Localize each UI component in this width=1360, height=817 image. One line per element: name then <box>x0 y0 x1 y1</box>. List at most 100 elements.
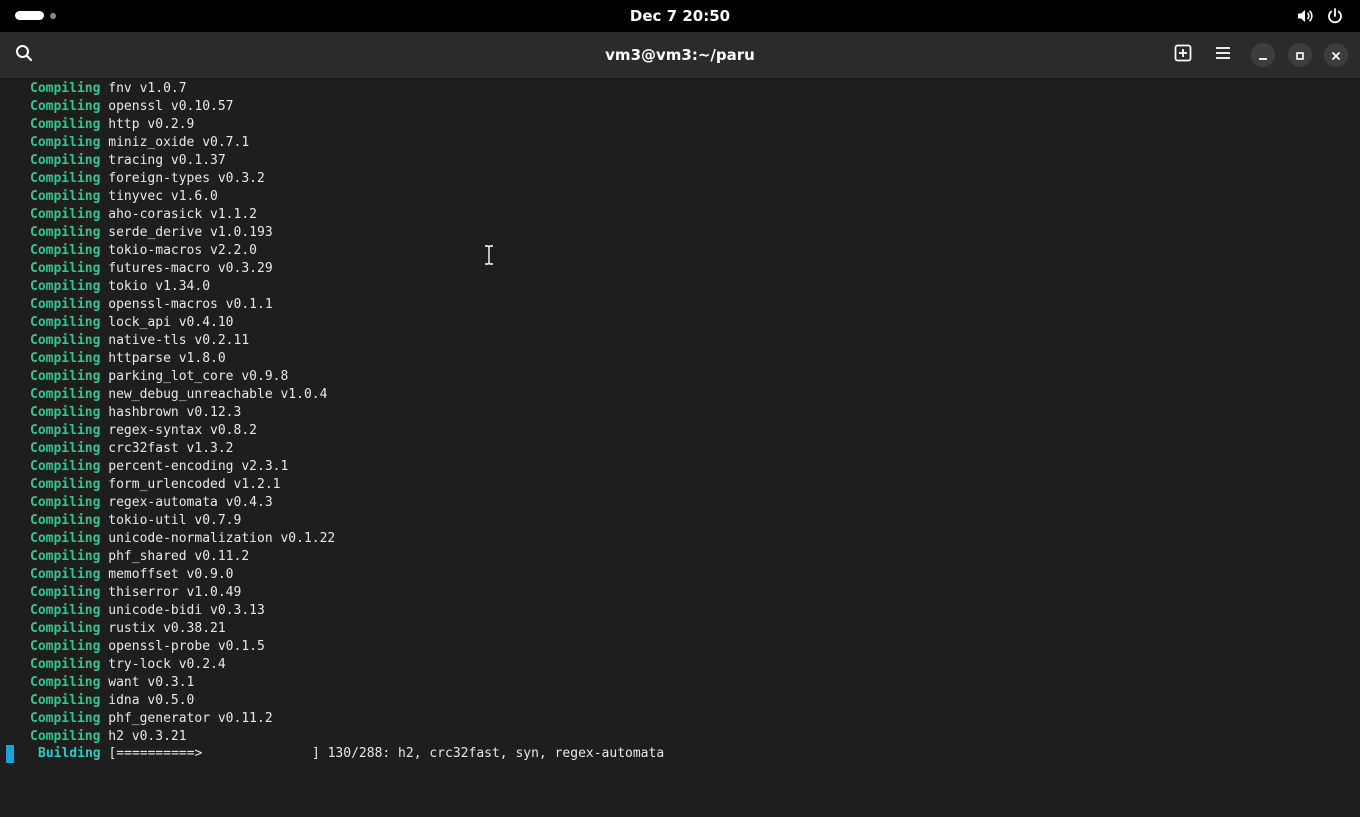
compiling-keyword: Compiling <box>30 621 101 636</box>
log-line: Compiling phf_generator v0.11.2 <box>30 710 335 728</box>
log-line: Compiling foreign-types v0.3.2 <box>30 170 335 188</box>
log-line: Compiling phf_shared v0.11.2 <box>30 548 335 566</box>
compiling-keyword: Compiling <box>30 81 101 96</box>
crate-name: tracing v0.1.37 <box>108 153 226 168</box>
compiling-keyword: Compiling <box>30 603 101 618</box>
log-line: Compiling tracing v0.1.37 <box>30 152 335 170</box>
maximize-icon <box>1295 46 1305 65</box>
log-line: Compiling openssl-probe v0.1.5 <box>30 638 335 656</box>
log-line: Compiling crc32fast v1.3.2 <box>30 440 335 458</box>
compiling-keyword: Compiling <box>30 585 101 600</box>
log-line: Compiling miniz_oxide v0.7.1 <box>30 134 335 152</box>
log-line: Compiling thiserror v1.0.49 <box>30 584 335 602</box>
terminal-cursor <box>6 745 14 763</box>
compiling-keyword: Compiling <box>30 117 101 132</box>
compiling-keyword: Compiling <box>30 279 101 294</box>
crate-name: serde_derive v1.0.193 <box>108 225 273 240</box>
close-icon <box>1331 46 1341 65</box>
crate-name: tokio-macros v2.2.0 <box>108 243 257 258</box>
log-line: Compiling tokio-util v0.7.9 <box>30 512 335 530</box>
compiling-keyword: Compiling <box>30 423 101 438</box>
log-line: Compiling parking_lot_core v0.9.8 <box>30 368 335 386</box>
compiling-keyword: Compiling <box>30 495 101 510</box>
log-line: Compiling try-lock v0.2.4 <box>30 656 335 674</box>
log-line: Compiling regex-syntax v0.8.2 <box>30 422 335 440</box>
activities-indicator[interactable] <box>15 11 56 20</box>
compiling-keyword: Compiling <box>30 567 101 582</box>
minimize-icon <box>1258 46 1268 65</box>
log-line: Compiling want v0.3.1 <box>30 674 335 692</box>
building-keyword: Building <box>38 746 101 761</box>
clock[interactable]: Dec 7 20:50 <box>630 7 730 25</box>
log-line: Compiling openssl-macros v0.1.1 <box>30 296 335 314</box>
log-line: Compiling tokio v1.34.0 <box>30 278 335 296</box>
crate-name: new_debug_unreachable v1.0.4 <box>108 387 328 402</box>
crate-name: native-tls v0.2.11 <box>108 333 250 348</box>
log-line: Compiling lock_api v0.4.10 <box>30 314 335 332</box>
log-line: Compiling futures-macro v0.3.29 <box>30 260 335 278</box>
compiling-keyword: Compiling <box>30 513 101 528</box>
log-line: Compiling hashbrown v0.12.3 <box>30 404 335 422</box>
crate-name: want v0.3.1 <box>108 675 195 690</box>
crate-name: aho-corasick v1.1.2 <box>108 207 257 222</box>
main-menu-button[interactable] <box>1209 41 1237 69</box>
compiling-keyword: Compiling <box>30 387 101 402</box>
build-progress-line: Building [==========> ] 130/288: h2, crc… <box>0 745 1360 763</box>
crate-name: percent-encoding v2.3.1 <box>108 459 289 474</box>
compiling-keyword: Compiling <box>30 225 101 240</box>
crate-name: tokio-util v0.7.9 <box>108 513 242 528</box>
crate-name: rustix v0.38.21 <box>108 621 226 636</box>
workspace-active-indicator <box>15 11 44 20</box>
compiling-keyword: Compiling <box>30 441 101 456</box>
new-tab-button[interactable] <box>1169 41 1197 69</box>
crate-name: httparse v1.8.0 <box>108 351 226 366</box>
log-line: Compiling memoffset v0.9.0 <box>30 566 335 584</box>
compiling-keyword: Compiling <box>30 531 101 546</box>
crate-name: openssl-probe v0.1.5 <box>108 639 265 654</box>
system-menu[interactable] <box>1296 7 1344 25</box>
log-line: Compiling unicode-bidi v0.3.13 <box>30 602 335 620</box>
log-line: Compiling form_urlencoded v1.2.1 <box>30 476 335 494</box>
progress-bar: [==========> ] <box>108 746 320 761</box>
crate-name: form_urlencoded v1.2.1 <box>108 477 281 492</box>
crate-name: tinyvec v1.6.0 <box>108 189 218 204</box>
compiling-keyword: Compiling <box>30 99 101 114</box>
crate-name: hashbrown v0.12.3 <box>108 405 242 420</box>
log-line: Compiling serde_derive v1.0.193 <box>30 224 335 242</box>
maximize-button[interactable] <box>1288 43 1312 67</box>
menu-icon <box>1214 44 1232 66</box>
log-line: Compiling percent-encoding v2.3.1 <box>30 458 335 476</box>
log-line: Compiling httparse v1.8.0 <box>30 350 335 368</box>
search-button[interactable] <box>10 41 38 69</box>
compiling-keyword: Compiling <box>30 243 101 258</box>
text-cursor-icon <box>484 245 494 269</box>
log-line: Compiling h2 v0.3.21 <box>30 728 335 746</box>
crate-name: parking_lot_core v0.9.8 <box>108 369 289 384</box>
crate-name: tokio v1.34.0 <box>108 279 211 294</box>
log-line: Compiling openssl v0.10.57 <box>30 98 335 116</box>
log-line: Compiling aho-corasick v1.1.2 <box>30 206 335 224</box>
compiling-keyword: Compiling <box>30 261 101 276</box>
close-button[interactable] <box>1324 43 1348 67</box>
crate-name: h2 v0.3.21 <box>108 729 187 744</box>
power-icon[interactable] <box>1326 7 1344 25</box>
log-line: Compiling fnv v1.0.7 <box>30 80 335 98</box>
compiling-keyword: Compiling <box>30 171 101 186</box>
crate-name: miniz_oxide v0.7.1 <box>108 135 250 150</box>
crate-name: regex-syntax v0.8.2 <box>108 423 257 438</box>
minimize-button[interactable] <box>1251 43 1275 67</box>
compiling-keyword: Compiling <box>30 477 101 492</box>
crate-name: regex-automata v0.4.3 <box>108 495 273 510</box>
crate-name: idna v0.5.0 <box>108 693 195 708</box>
log-line: Compiling new_debug_unreachable v1.0.4 <box>30 386 335 404</box>
compiling-keyword: Compiling <box>30 729 101 744</box>
search-icon <box>15 44 33 66</box>
terminal-output[interactable]: Compiling fnv v1.0.7 Compiling openssl v0… <box>0 79 1360 768</box>
compiling-keyword: Compiling <box>30 207 101 222</box>
compiling-keyword: Compiling <box>30 369 101 384</box>
compiling-keyword: Compiling <box>30 333 101 348</box>
crate-name: unicode-normalization v0.1.22 <box>108 531 336 546</box>
volume-icon[interactable] <box>1296 7 1314 25</box>
crate-name: http v0.2.9 <box>108 117 195 132</box>
log-line: Compiling tinyvec v1.6.0 <box>30 188 335 206</box>
